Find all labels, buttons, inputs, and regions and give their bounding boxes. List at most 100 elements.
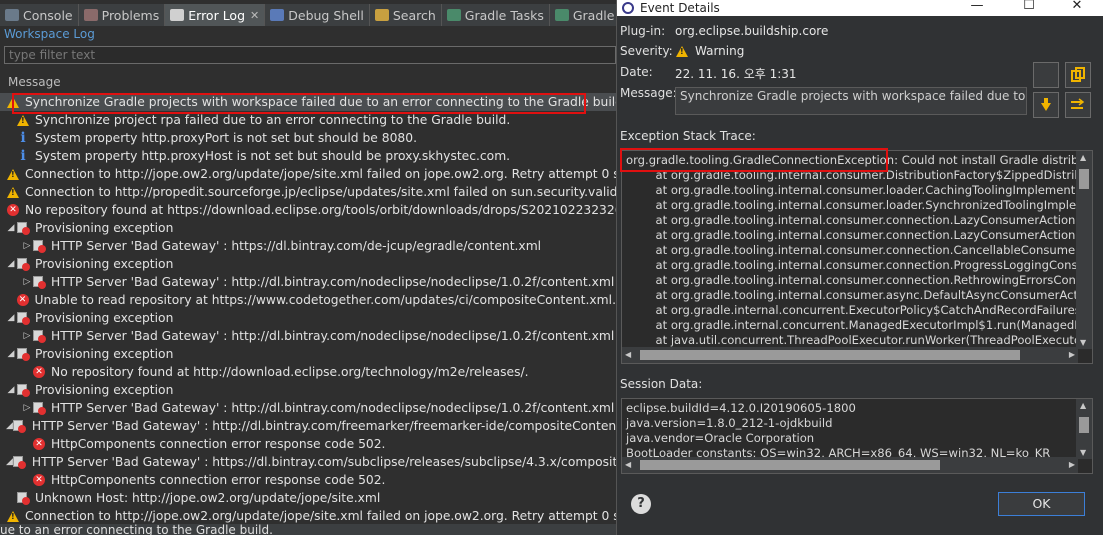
ok-button[interactable]: OK	[998, 492, 1085, 516]
log-entry[interactable]: ✕ No repository found at http://download.…	[0, 363, 616, 381]
expand-toggle-icon[interactable]: ◢	[6, 421, 13, 431]
tab-search[interactable]: Search	[370, 4, 442, 26]
log-entry[interactable]: Connection to http://jope.ow2.org/update…	[0, 507, 616, 525]
workspace-log-link[interactable]: Workspace Log	[4, 27, 95, 41]
filter-button[interactable]	[1065, 92, 1091, 118]
log-entry[interactable]: Connection to http://propedit.sourceforg…	[0, 183, 616, 201]
filter-icon	[1071, 98, 1085, 109]
stack-trace-line: org.gradle.tooling.GradleConnectionExcep…	[626, 153, 1093, 167]
scroll-right-arrow[interactable]: ▶	[1069, 350, 1075, 359]
log-entry[interactable]: Synchronize Gradle projects with workspa…	[0, 93, 616, 111]
scroll-up-arrow[interactable]: ▲	[1080, 153, 1086, 162]
message-column-header[interactable]: Message	[8, 75, 61, 89]
expand-toggle-icon[interactable]: ◢	[6, 385, 16, 395]
stack-trace-line: at org.gradle.tooling.internal.consumer.…	[626, 258, 1093, 272]
info-icon: i	[20, 148, 26, 164]
log-entry-text: HTTP Server 'Bad Gateway' : https://dl.b…	[51, 239, 542, 253]
scroll-right-arrow[interactable]: ▶	[1069, 460, 1075, 469]
stack-trace-line: at org.gradle.tooling.internal.consumer.…	[626, 213, 1093, 227]
expand-toggle-icon[interactable]: ▷	[22, 331, 32, 341]
expand-toggle-icon[interactable]: ◢	[6, 457, 13, 467]
log-entry-text: System property http.proxyPort is not se…	[35, 131, 417, 145]
next-entry-button[interactable]	[1033, 92, 1059, 118]
date-label: Date:	[620, 65, 653, 79]
log-entry[interactable]: ✕ HttpComponents connection error respons…	[0, 435, 616, 453]
log-entry[interactable]: Connection to http://jope.ow2.org/update…	[0, 165, 616, 183]
close-button[interactable]: ✕	[1067, 0, 1087, 13]
stack-vertical-scrollbar[interactable]: ▲ ▼	[1076, 151, 1092, 349]
log-entry[interactable]: ◢ Provisioning exception	[0, 381, 616, 399]
scroll-down-arrow[interactable]: ▼	[1080, 448, 1086, 457]
session-vertical-thumb[interactable]	[1079, 417, 1089, 433]
maximize-button[interactable]: ☐	[1019, 0, 1039, 13]
stack-horizontal-scrollbar[interactable]: ◀ ▶	[622, 347, 1078, 363]
warning-icon	[16, 113, 30, 127]
log-entry[interactable]: ▷ HTTP Server 'Bad Gateway' : https://dl.…	[0, 237, 616, 255]
message-field[interactable]: Synchronize Gradle projects with workspa…	[675, 87, 1027, 115]
log-entry[interactable]: ◢ Provisioning exception	[0, 255, 616, 273]
error-icon: ✕	[32, 473, 46, 487]
log-entry-text: HttpComponents connection error response…	[51, 437, 386, 451]
session-data-label: Session Data:	[620, 377, 703, 391]
scroll-left-arrow[interactable]: ◀	[625, 460, 631, 469]
expand-toggle-icon[interactable]: ▷	[22, 241, 32, 251]
log-entry[interactable]: ▷ HTTP Server 'Bad Gateway' : http://dl.b…	[0, 399, 616, 417]
log-entry[interactable]: ✕ HttpComponents connection error respons…	[0, 471, 616, 489]
tab-error-log[interactable]: Error Log ✕	[165, 4, 266, 26]
log-entry-text: HTTP Server 'Bad Gateway' : http://dl.bi…	[51, 329, 615, 343]
log-entry-text: HTTP Server 'Bad Gateway' : https://dl.b…	[31, 455, 616, 469]
tab-label: Gradle Executio	[572, 7, 616, 23]
copy-button[interactable]	[1065, 62, 1091, 88]
minimize-button[interactable]: —	[967, 0, 987, 13]
session-data-area[interactable]: eclipse.buildId=4.12.0.I20190605-1800 jav…	[621, 398, 1093, 474]
stack-trace-area[interactable]: org.gradle.tooling.GradleConnectionExcep…	[621, 150, 1093, 364]
log-entry-text: HTTP Server 'Bad Gateway' : http://dl.bi…	[51, 275, 615, 289]
log-entry[interactable]: ▷ HTTP Server 'Bad Gateway' : http://dl.b…	[0, 327, 616, 345]
stack-trace-line: at org.gradle.tooling.internal.consumer.…	[626, 228, 1093, 242]
log-entry[interactable]: ✕ No repository found at https://download…	[0, 201, 616, 219]
error-icon: ✕	[32, 437, 46, 451]
expand-toggle-icon[interactable]: ◢	[6, 313, 16, 323]
tab-gradle-tasks[interactable]: Gradle Tasks	[442, 4, 550, 26]
expand-toggle-icon[interactable]: ◢	[6, 349, 16, 359]
tab-debug-shell[interactable]: Debug Shell	[265, 4, 370, 26]
log-entry[interactable]: ✕ Unable to read repository at https://ww…	[0, 291, 616, 309]
log-entry[interactable]: ◢ Provisioning exception	[0, 345, 616, 363]
error-icon: ✕	[6, 203, 20, 217]
stack-horizontal-thumb[interactable]	[640, 350, 1020, 360]
session-horizontal-thumb[interactable]	[640, 460, 940, 470]
expand-toggle-icon[interactable]: ◢	[6, 259, 16, 269]
debug-shell-icon	[270, 9, 285, 21]
log-entry-text: Provisioning exception	[35, 347, 174, 361]
scroll-up-arrow[interactable]: ▲	[1080, 401, 1086, 410]
expand-toggle-icon[interactable]: ▷	[22, 277, 32, 287]
tab-console[interactable]: Console	[0, 4, 79, 26]
log-entry[interactable]: i System property http.proxyHost is not s…	[0, 147, 616, 165]
log-entry[interactable]: ◢ Provisioning exception	[0, 309, 616, 327]
log-entry[interactable]: i System property http.proxyPort is not s…	[0, 129, 616, 147]
filter-input[interactable]: type filter text	[4, 46, 616, 64]
help-button[interactable]: ?	[631, 494, 651, 514]
error-node-icon	[16, 257, 30, 271]
scroll-down-arrow[interactable]: ▼	[1080, 338, 1086, 347]
log-entry[interactable]: ▷ HTTP Server 'Bad Gateway' : http://dl.b…	[0, 273, 616, 291]
expand-toggle-icon[interactable]: ◢	[6, 223, 16, 233]
stack-vertical-thumb[interactable]	[1079, 169, 1089, 189]
close-tab-icon[interactable]: ✕	[250, 9, 259, 22]
tab-problems[interactable]: Problems	[79, 4, 166, 26]
eclipse-icon	[622, 2, 634, 14]
log-entry[interactable]: Unknown Host: http://jope.ow2.org/update…	[0, 489, 616, 507]
expand-toggle-icon[interactable]: ▷	[22, 403, 32, 413]
log-entry[interactable]: ◢ Provisioning exception	[0, 219, 616, 237]
log-entry-text: Provisioning exception	[35, 257, 174, 271]
error-node-icon	[16, 221, 30, 235]
log-entry[interactable]: ◢ HTTP Server 'Bad Gateway' : https://dl.…	[0, 453, 616, 471]
session-vertical-scrollbar[interactable]: ▲ ▼	[1076, 399, 1092, 459]
scroll-left-arrow[interactable]: ◀	[625, 350, 631, 359]
session-horizontal-scrollbar[interactable]: ◀ ▶	[622, 457, 1078, 473]
log-entry[interactable]: Synchronize project rpa failed due to an…	[0, 111, 616, 129]
previous-entry-button[interactable]	[1033, 62, 1059, 88]
log-entry[interactable]: ◢ HTTP Server 'Bad Gateway' : http://dl.b…	[0, 417, 616, 435]
log-entry-text: Unknown Host: http://jope.ow2.org/update…	[35, 491, 381, 505]
tab-gradle-executio[interactable]: Gradle Executio	[550, 4, 616, 26]
